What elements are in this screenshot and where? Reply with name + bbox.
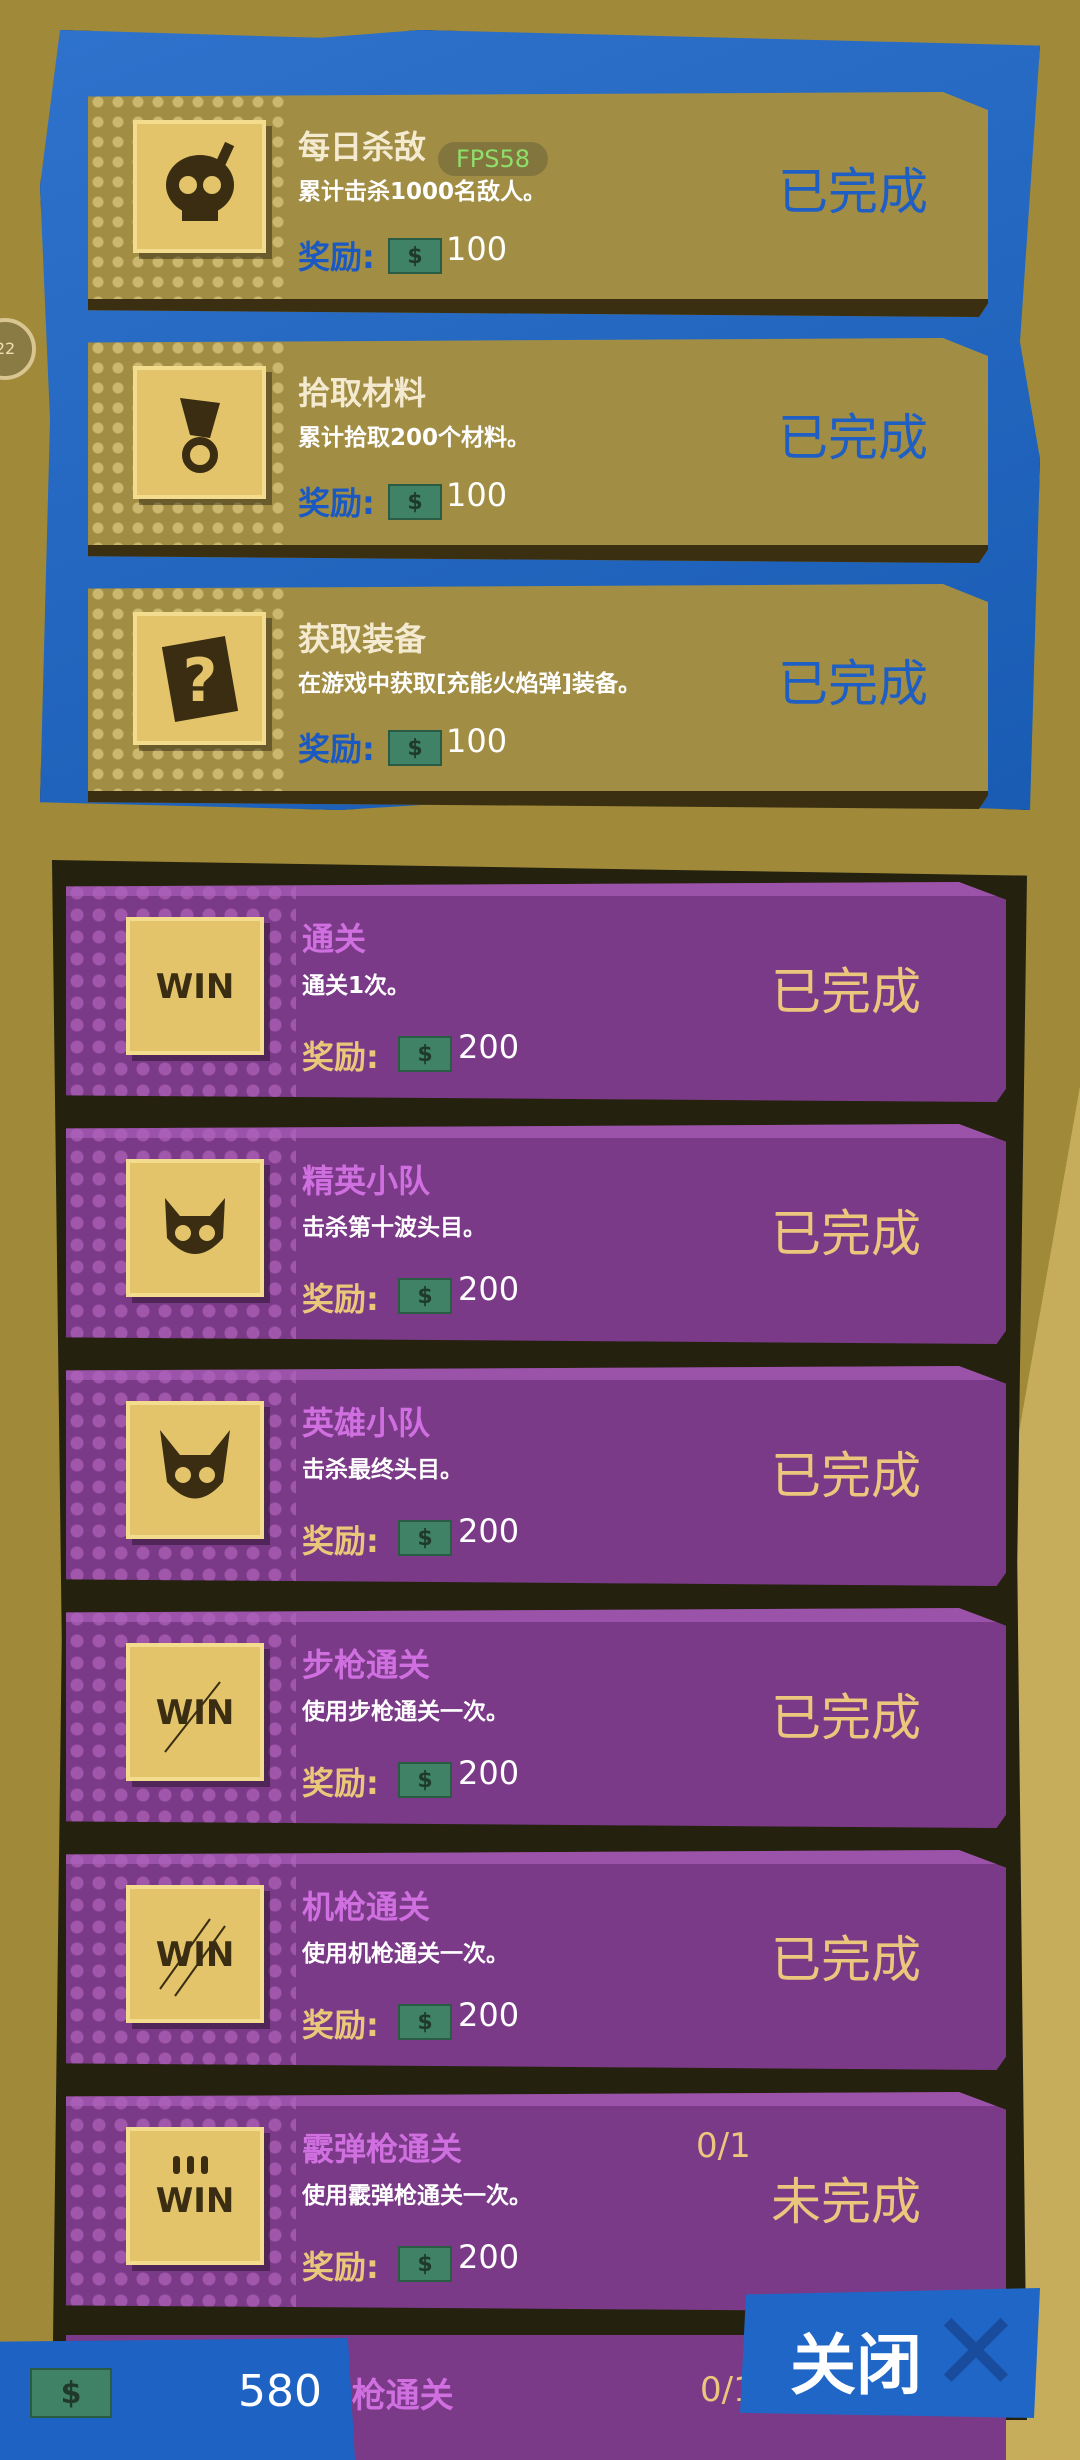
reward-label: 奖励:: [298, 238, 375, 276]
status-label: 已完成: [771, 963, 921, 1021]
achievement-description: 使用机枪通关一次。: [302, 1941, 509, 1967]
reward-label: 奖励:: [302, 1522, 379, 1560]
achievement-description: 使用步枪通关一次。: [302, 1699, 509, 1725]
cat-skull-icon: [126, 1159, 264, 1297]
status-label: 已完成: [771, 1447, 921, 1505]
reward-label: 奖励:: [298, 730, 375, 768]
achievement-card: WIN 机枪通关 使用机枪通关一次。 奖励: $ 200 已完成: [66, 1850, 1006, 2070]
horned-skull-icon: [126, 1401, 264, 1539]
svg-text:?: ?: [182, 646, 217, 716]
task-title: 每日杀敌: [298, 128, 427, 166]
money-icon: $: [398, 2004, 452, 2040]
reward-value: 200: [458, 1512, 520, 1550]
reward-value: 100: [446, 476, 508, 514]
achievement-description: 通关1次。: [302, 973, 411, 999]
wallet-panel: $ 580: [0, 2338, 355, 2460]
reward-label: 奖励:: [298, 484, 375, 522]
achievement-title: 霰弹枪通关: [302, 2130, 463, 2168]
svg-text:WIN: WIN: [156, 2181, 235, 2221]
question-mark-icon: ?: [133, 612, 266, 745]
reward-label: 奖励:: [302, 1764, 379, 1802]
achievement-card: WIN 霰弹枪通关 0/1 使用霰弹枪通关一次。 奖励: $ 200 未完成: [66, 2092, 1006, 2312]
money-icon: $: [388, 238, 442, 274]
achievement-description: 使用霰弹枪通关一次。: [302, 2183, 532, 2209]
achievement-title: l枪通关: [340, 2376, 454, 2416]
money-icon: $: [30, 2368, 112, 2418]
win-rifle-icon: WIN: [126, 1643, 264, 1781]
achievement-card: WIN 步枪通关 使用步枪通关一次。 奖励: $ 200 已完成: [66, 1608, 1006, 1828]
money-icon: $: [398, 1278, 452, 1314]
daily-task-card: ? 获取装备 在游戏中获取[充能火焰弹]装备。 奖励: $ 100 已完成: [88, 584, 988, 809]
hand-gear-icon: [133, 366, 266, 499]
status-label: 已完成: [771, 1931, 921, 1989]
task-title: 拾取材料: [298, 374, 427, 412]
reward-value: 200: [458, 1754, 520, 1792]
achievement-description: 击杀最终头目。: [302, 1457, 463, 1483]
reward-value: 200: [458, 1028, 520, 1066]
progress-counter: 0/1: [696, 2126, 751, 2166]
reward-label: 奖励:: [302, 1038, 379, 1076]
achievement-card: 精英小队 击杀第十波头目。 奖励: $ 200 已完成: [66, 1124, 1006, 1344]
daily-task-card: 每日杀敌 累计击杀1000名敌人。 奖励: $ 100 已完成: [88, 92, 988, 317]
win-shotgun-icon: WIN: [126, 2127, 264, 2265]
status-label: 已完成: [778, 409, 928, 467]
reward-value: 200: [458, 2238, 520, 2276]
money-icon: $: [398, 1036, 452, 1072]
reward-value: 200: [458, 1270, 520, 1308]
win-machinegun-icon: WIN: [126, 1885, 264, 2023]
svg-text:WIN: WIN: [156, 967, 235, 1007]
close-button-label: 关闭: [790, 2327, 922, 2404]
achievement-title: 英雄小队: [302, 1404, 431, 1442]
win-icon: WIN: [126, 917, 264, 1055]
reward-value: 100: [446, 722, 508, 760]
status-label: 已完成: [771, 1689, 921, 1747]
daily-task-card: 拾取材料 累计拾取200个材料。 奖励: $ 100 已完成: [88, 338, 988, 563]
task-title: 获取装备: [298, 620, 427, 658]
money-icon: $: [398, 2246, 452, 2282]
achievement-title: 步枪通关: [302, 1646, 431, 1684]
achievement-title: 通关: [302, 920, 367, 958]
status-label: 已完成: [778, 163, 928, 221]
wallet-balance: 580: [238, 2366, 322, 2417]
task-description: 累计拾取200个材料。: [298, 425, 531, 451]
close-icon: ✕: [929, 2288, 1022, 2416]
fps-counter: FPS58: [438, 142, 548, 176]
status-label: 未完成: [771, 2173, 921, 2231]
achievement-card: WIN 通关 通关1次。 奖励: $ 200 已完成: [66, 882, 1006, 1102]
money-icon: $: [398, 1762, 452, 1798]
achievement-title: 精英小队: [302, 1162, 431, 1200]
reward-label: 奖励:: [302, 2006, 379, 2044]
task-description: 累计击杀1000名敌人。: [298, 179, 547, 205]
reward-label: 奖励:: [302, 1280, 379, 1318]
reward-label: 奖励:: [302, 2248, 379, 2286]
skull-icon: [133, 120, 266, 253]
reward-value: 200: [458, 1996, 520, 2034]
money-icon: $: [398, 1520, 452, 1556]
close-button[interactable]: ✕ 关闭: [740, 2288, 1040, 2418]
money-icon: $: [388, 484, 442, 520]
task-description: 在游戏中获取[充能火焰弹]装备。: [298, 671, 642, 697]
status-label: 已完成: [771, 1205, 921, 1263]
achievement-card: 英雄小队 击杀最终头目。 奖励: $ 200 已完成: [66, 1366, 1006, 1586]
reward-value: 100: [446, 230, 508, 268]
achievement-description: 击杀第十波头目。: [302, 1215, 486, 1241]
achievement-title: 机枪通关: [302, 1888, 431, 1926]
money-icon: $: [388, 730, 442, 766]
status-label: 已完成: [778, 655, 928, 713]
